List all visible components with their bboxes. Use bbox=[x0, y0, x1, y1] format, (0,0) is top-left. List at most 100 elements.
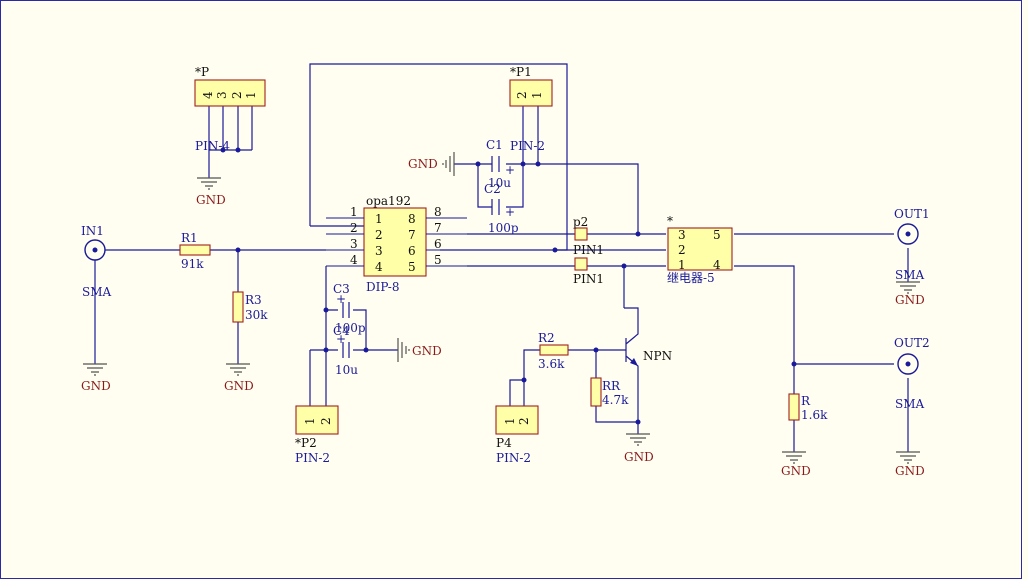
c3-ref: C3 bbox=[333, 282, 350, 296]
pad-body bbox=[574, 257, 588, 271]
ic-body bbox=[363, 207, 427, 277]
relay-pin-1: 1 bbox=[678, 258, 686, 272]
junction bbox=[235, 247, 241, 253]
c2-ref: C2 bbox=[484, 182, 501, 196]
relay-pin-3: 3 bbox=[678, 228, 686, 242]
junction bbox=[635, 231, 641, 237]
p4-type: PIN-2 bbox=[496, 451, 531, 465]
c1-ref: C1 bbox=[486, 138, 503, 152]
p2s-ref: *P2 bbox=[295, 436, 317, 450]
p1-pin1: 1 bbox=[530, 91, 544, 99]
pad-body bbox=[574, 227, 588, 241]
junction bbox=[323, 307, 329, 313]
ic-pin-name: 1 bbox=[375, 212, 383, 226]
p1-pin2: 2 bbox=[515, 91, 529, 99]
pin1-label-a: PIN1 bbox=[573, 243, 604, 257]
p-gnd-label: GND bbox=[196, 193, 226, 207]
r-gnd-label: GND bbox=[781, 464, 811, 478]
ic-pin-name: 7 bbox=[408, 228, 416, 242]
p2s-pin2: 2 bbox=[319, 417, 333, 425]
r1-ref: R1 bbox=[181, 231, 198, 245]
ic-pin-name: 6 bbox=[408, 244, 416, 258]
r2-value: 3.6k bbox=[538, 357, 565, 371]
p-ref: *P bbox=[195, 65, 209, 79]
sma-center bbox=[905, 361, 911, 367]
p4-pin1: 1 bbox=[503, 417, 517, 425]
schematic-canvas[interactable]: IN1 SMA GND R1 91k R3 30k GND 4 3 2 1 *P… bbox=[0, 0, 1028, 580]
ic-pin-num: 6 bbox=[434, 237, 442, 251]
p4-ref: P4 bbox=[496, 436, 512, 450]
junction bbox=[475, 161, 481, 167]
junction bbox=[621, 263, 627, 269]
pin1-label-b: PIN1 bbox=[573, 272, 604, 286]
ic-pin-num: 2 bbox=[350, 221, 358, 235]
relay-ref: * bbox=[667, 214, 673, 228]
r-value: 1.6k bbox=[801, 408, 828, 422]
junction bbox=[235, 147, 241, 153]
resistor-body bbox=[788, 393, 800, 421]
p-pin1: 1 bbox=[244, 91, 258, 99]
npn-gnd-label: GND bbox=[624, 450, 654, 464]
c2-value: 100p bbox=[488, 221, 519, 235]
p1-ref: *P1 bbox=[510, 65, 532, 79]
in1-type: SMA bbox=[82, 285, 112, 299]
in1-ref: IN1 bbox=[81, 224, 104, 238]
npn-label: NPN bbox=[643, 349, 672, 363]
r3-gnd-label: GND bbox=[224, 379, 254, 393]
ic-pin-num: 4 bbox=[350, 253, 358, 267]
ic-pin-num: 3 bbox=[350, 237, 358, 251]
out2-ref: OUT2 bbox=[894, 336, 930, 350]
c4-value: 10u bbox=[335, 363, 358, 377]
p-pin3: 3 bbox=[215, 91, 229, 99]
r3-ref: R3 bbox=[245, 293, 262, 307]
relay-pin-4: 4 bbox=[713, 258, 721, 272]
resistor-body bbox=[232, 291, 244, 323]
resistor-body bbox=[179, 244, 211, 256]
out2-gnd-label: GND bbox=[895, 464, 925, 478]
junction bbox=[535, 161, 541, 167]
junction bbox=[791, 361, 797, 367]
ic-pin-num: 7 bbox=[434, 221, 442, 235]
r3-value: 30k bbox=[245, 308, 268, 322]
ic-pin-num: 1 bbox=[350, 205, 358, 219]
junction bbox=[552, 247, 558, 253]
ic-pin-name: 4 bbox=[375, 260, 383, 274]
resistor-body bbox=[539, 344, 569, 356]
p1-type: PIN-2 bbox=[510, 139, 545, 153]
r-ref: R bbox=[801, 394, 811, 408]
ic-package: DIP-8 bbox=[366, 280, 399, 294]
c-top-gnd-label: GND bbox=[408, 157, 438, 171]
ic-pin-name: 5 bbox=[408, 260, 416, 274]
r2-ref: R2 bbox=[538, 331, 555, 345]
sma-center bbox=[92, 247, 98, 253]
p2s-type: PIN-2 bbox=[295, 451, 330, 465]
r1-value: 91k bbox=[181, 257, 204, 271]
out1-ref: OUT1 bbox=[894, 207, 930, 221]
p2-ref: p2 bbox=[573, 215, 588, 229]
c-bottom-gnd-label: GND bbox=[412, 344, 442, 358]
p-type: PIN-4 bbox=[195, 139, 230, 153]
resistor-body bbox=[590, 377, 602, 407]
relay-pin-2: 2 bbox=[678, 243, 686, 257]
junction bbox=[363, 347, 369, 353]
rr-value: 4.7k bbox=[602, 393, 629, 407]
sma-center bbox=[905, 231, 911, 237]
in1-gnd-label: GND bbox=[81, 379, 111, 393]
out1-type: SMA bbox=[895, 268, 925, 282]
ic-pin-name: 2 bbox=[375, 228, 383, 242]
p4-pin2: 2 bbox=[517, 417, 531, 425]
out1-gnd-label: GND bbox=[895, 293, 925, 307]
ic-pin-name: 8 bbox=[408, 212, 416, 226]
junction bbox=[593, 347, 599, 353]
out2-type: SMA bbox=[895, 397, 925, 411]
rr-ref: RR bbox=[602, 379, 621, 393]
p-pin2: 2 bbox=[230, 91, 244, 99]
ic-pin-name: 3 bbox=[375, 244, 383, 258]
relay-pin-5: 5 bbox=[713, 228, 721, 242]
c4-ref: C4 bbox=[333, 324, 350, 338]
junction bbox=[520, 161, 526, 167]
junction bbox=[521, 377, 527, 383]
p-pin4: 4 bbox=[201, 91, 215, 99]
relay-type: 继电器-5 bbox=[667, 271, 715, 285]
junction bbox=[323, 347, 329, 353]
